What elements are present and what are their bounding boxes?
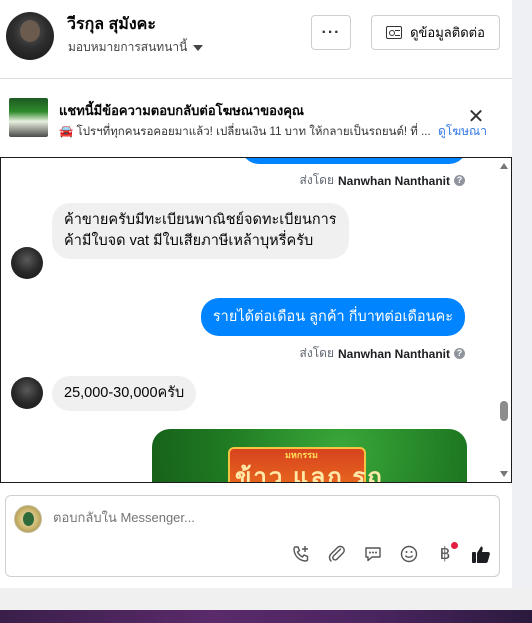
contact-avatar-small[interactable] bbox=[11, 247, 43, 279]
page-bottom-margin bbox=[0, 588, 532, 610]
assign-conversation-dropdown[interactable]: มอบหมายการสนทนานี้ bbox=[68, 38, 204, 57]
caret-down-icon bbox=[193, 44, 204, 51]
info-icon[interactable]: ? bbox=[454, 175, 465, 186]
chat-scrollbar[interactable] bbox=[497, 158, 511, 482]
promo-title-text: ข้าว แลก รถ bbox=[235, 464, 384, 483]
ad-thumbnail[interactable] bbox=[9, 98, 48, 137]
scroll-down-arrow-icon[interactable] bbox=[500, 471, 508, 477]
window-edge bbox=[512, 0, 532, 588]
baht-symbol: ฿ bbox=[439, 544, 451, 564]
more-options-button[interactable]: ··· bbox=[311, 15, 351, 50]
baht-icon[interactable]: ฿ bbox=[432, 542, 458, 566]
conversation-panel: วีรกุล สุมังคะ มอบหมายการสนทนานี้ ··· ดู… bbox=[0, 0, 512, 588]
composer-toolbar: ฿ bbox=[288, 542, 494, 566]
sent-by-name: Nanwhan Nanthanit bbox=[337, 173, 450, 188]
promo-badge: มหกรรม ข้าว แลก รถ bbox=[228, 447, 382, 482]
sent-by-line: ส่งโดย Nanwhan Nanthanit ? bbox=[300, 344, 465, 363]
message-thread[interactable]: ส่งโดย Nanwhan Nanthanit ? ค้าขายครับมีท… bbox=[0, 157, 512, 483]
close-icon[interactable]: ✕ bbox=[466, 107, 486, 127]
ad-banner-title: แชทนี้มีข้อความตอบกลับต่อโฆษณาของคุณ bbox=[59, 103, 304, 118]
sent-by-line: ส่งโดย Nanwhan Nanthanit ? bbox=[300, 171, 465, 190]
ad-banner-text: 🚘 โปรฯที่ทุกคนรอคอยมาแล้ว! เปลี่ยนเงิน 1… bbox=[59, 126, 431, 138]
message-composer: ฿ bbox=[5, 495, 500, 577]
contact-name[interactable]: วีรกุล สุมังคะ bbox=[67, 12, 156, 37]
sent-by-prefix: ส่งโดย bbox=[299, 173, 334, 187]
scroll-thumb[interactable] bbox=[500, 401, 508, 421]
paperclip-icon[interactable] bbox=[324, 542, 350, 566]
thumbs-up-icon[interactable] bbox=[468, 542, 494, 566]
contact-avatar-small[interactable] bbox=[11, 377, 43, 409]
conversation-header: วีรกุล สุมังคะ มอบหมายการสนทนานี้ ··· ดู… bbox=[0, 0, 512, 78]
incoming-message-bubble[interactable]: 25,000-30,000ครับ bbox=[52, 376, 197, 411]
previous-outgoing-bubble bbox=[241, 158, 467, 164]
promo-image-message[interactable]: มหกรรม ข้าว แลก รถ bbox=[152, 429, 467, 482]
notification-dot bbox=[451, 542, 458, 549]
desktop-background bbox=[0, 588, 532, 623]
smiley-icon[interactable] bbox=[396, 542, 422, 566]
info-icon[interactable]: ? bbox=[454, 348, 465, 359]
chat-bubble-icon[interactable] bbox=[360, 542, 386, 566]
contact-avatar[interactable] bbox=[6, 12, 54, 60]
sent-by-prefix: ส่งโดย bbox=[299, 346, 334, 360]
page-avatar bbox=[14, 505, 42, 533]
sent-by-name: Nanwhan Nanthanit bbox=[337, 346, 450, 361]
view-contact-info-label: ดูข้อมูลติดต่อ bbox=[410, 25, 485, 40]
phone-plus-icon[interactable] bbox=[288, 542, 314, 566]
incoming-message-bubble[interactable]: ค้าขายครับมีทะเบียนพาณิชย์จดทะเบียนการค้… bbox=[52, 203, 349, 259]
contact-card-icon bbox=[386, 26, 403, 39]
view-contact-info-button[interactable]: ดูข้อมูลติดต่อ bbox=[371, 15, 500, 50]
assign-label: มอบหมายการสนทนานี้ bbox=[68, 40, 188, 54]
outgoing-message-bubble[interactable]: รายได้ต่อเดือน ลูกค้า กี่บาทต่อเดือนคะ bbox=[200, 298, 465, 336]
reply-input[interactable] bbox=[53, 510, 353, 525]
scroll-up-arrow-icon[interactable] bbox=[500, 163, 508, 169]
ad-reply-banner: แชทนี้มีข้อความตอบกลับต่อโฆษณาของคุณ 🚘 โ… bbox=[0, 79, 512, 157]
